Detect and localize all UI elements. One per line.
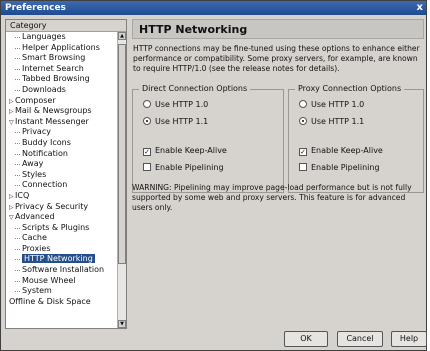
connection-options: Direct Connection Options Use HTTP 1.0 U…: [132, 83, 424, 193]
sidebar-item-label: ICQ: [15, 190, 30, 200]
sidebar-item[interactable]: ▷Composer: [6, 96, 118, 107]
proxy-http10-option[interactable]: Use HTTP 1.0: [299, 100, 364, 109]
ok-button[interactable]: OK: [284, 331, 328, 347]
direct-http10-label: Use HTTP 1.0: [155, 100, 209, 109]
sidebar-item-label: Helper Applications: [22, 42, 100, 52]
sidebar-item-label: Composer: [15, 95, 56, 105]
sidebar-item[interactable]: Offline & Disk Space: [6, 297, 118, 308]
proxy-connection-legend: Proxy Connection Options: [295, 84, 405, 93]
page-title: HTTP Networking: [132, 19, 424, 39]
sidebar-item[interactable]: Privacy: [6, 127, 118, 138]
sidebar-item[interactable]: Mouse Wheel: [6, 276, 118, 287]
sidebar-item[interactable]: ▷Mail & Newsgroups: [6, 106, 118, 117]
direct-http11-label: Use HTTP 1.1: [155, 117, 209, 126]
proxy-connection-group: Proxy Connection Options Use HTTP 1.0 Us…: [288, 84, 424, 193]
proxy-pipelining-option[interactable]: Enable Pipelining: [299, 163, 380, 172]
sidebar-item[interactable]: Cache: [6, 233, 118, 244]
sidebar-item-label: Away: [22, 159, 44, 169]
sidebar-item-label: Buddy Icons: [22, 137, 71, 147]
sidebar-item-label: Mouse Wheel: [22, 275, 76, 285]
direct-keepalive-option[interactable]: ✓ Enable Keep-Alive: [143, 146, 227, 156]
sidebar-item-label: Smart Browsing: [22, 53, 86, 63]
direct-keepalive-label: Enable Keep-Alive: [155, 146, 227, 155]
sidebar-item-label: Mail & Newsgroups: [15, 106, 92, 116]
cancel-button[interactable]: Cancel: [337, 331, 383, 347]
sidebar-item[interactable]: Notification: [6, 149, 118, 160]
proxy-http10-radio[interactable]: [299, 100, 307, 108]
pipelining-warning: WARNING: Pipelining may improve page-loa…: [132, 183, 412, 212]
proxy-http11-label: Use HTTP 1.1: [311, 117, 365, 126]
category-tree: Languages Helper Applications Smart Browsi…: [6, 32, 118, 328]
sidebar-item[interactable]: HTTP Networking: [6, 254, 118, 265]
sidebar-item[interactable]: ▷ICQ: [6, 191, 118, 202]
preferences-window: Preferences x Category Languages Helper A…: [0, 0, 427, 351]
proxy-keepalive-checkbox[interactable]: ✓: [299, 148, 307, 156]
sidebar-item-label: Instant Messenger: [15, 116, 89, 126]
window-title: Preferences: [5, 3, 66, 13]
sidebar-item-label: Advanced: [15, 212, 55, 222]
sidebar-item-label: Proxies: [22, 243, 51, 253]
direct-http11-radio[interactable]: [143, 117, 151, 125]
sidebar-item-label: System: [22, 286, 52, 296]
scroll-up-icon[interactable]: ▲: [118, 32, 126, 40]
category-scrollbar[interactable]: ▲ ▼: [117, 32, 126, 328]
proxy-pipelining-label: Enable Pipelining: [311, 163, 380, 172]
sidebar-item[interactable]: Buddy Icons: [6, 138, 118, 149]
sidebar-item[interactable]: Languages: [6, 32, 118, 43]
sidebar-item[interactable]: Tabbed Browsing: [6, 74, 118, 85]
proxy-keepalive-label: Enable Keep-Alive: [311, 146, 383, 155]
sidebar-item-label: Privacy & Security: [15, 201, 89, 211]
http-networking-panel: HTTP Networking HTTP connections may be …: [132, 19, 424, 319]
sidebar-item[interactable]: Helper Applications: [6, 43, 118, 54]
sidebar-item-label: Styles: [22, 169, 47, 179]
category-panel: Category Languages Helper Applications Sma…: [5, 19, 127, 329]
direct-pipelining-option[interactable]: Enable Pipelining: [143, 163, 224, 172]
close-icon[interactable]: x: [417, 2, 423, 13]
proxy-keepalive-option[interactable]: ✓ Enable Keep-Alive: [299, 146, 383, 156]
sidebar-item-label: Tabbed Browsing: [22, 74, 90, 84]
sidebar-item[interactable]: Downloads: [6, 85, 118, 96]
sidebar-item[interactable]: System: [6, 286, 118, 297]
page-description: HTTP connections may be fine-tuned using…: [133, 44, 420, 73]
sidebar-item-label: Notification: [22, 148, 68, 158]
sidebar-item[interactable]: Styles: [6, 170, 118, 181]
sidebar-item-label: Connection: [22, 180, 68, 190]
proxy-pipelining-checkbox[interactable]: [299, 163, 307, 171]
sidebar-item-label: Internet Search: [22, 63, 84, 73]
sidebar-item[interactable]: Scripts & Plugins: [6, 223, 118, 234]
sidebar-item[interactable]: Connection: [6, 180, 118, 191]
sidebar-item[interactable]: Proxies: [6, 244, 118, 255]
sidebar-item-label: HTTP Networking: [22, 254, 95, 264]
sidebar-item[interactable]: Away: [6, 159, 118, 170]
help-button[interactable]: Help: [391, 331, 427, 347]
sidebar-item-label: Software Installation: [22, 265, 105, 275]
direct-http11-option[interactable]: Use HTTP 1.1: [143, 117, 208, 126]
sidebar-item-label: Languages: [22, 32, 66, 41]
direct-keepalive-checkbox[interactable]: ✓: [143, 148, 151, 156]
direct-http10-option[interactable]: Use HTTP 1.0: [143, 100, 208, 109]
sidebar-item[interactable]: Internet Search: [6, 64, 118, 75]
direct-connection-group: Direct Connection Options Use HTTP 1.0 U…: [132, 84, 284, 193]
direct-pipelining-label: Enable Pipelining: [155, 163, 224, 172]
scroll-thumb[interactable]: [118, 44, 126, 264]
window-titlebar[interactable]: Preferences x: [1, 1, 426, 15]
proxy-http10-label: Use HTTP 1.0: [311, 100, 365, 109]
category-header: Category: [6, 20, 126, 32]
proxy-http11-radio[interactable]: [299, 117, 307, 125]
sidebar-item[interactable]: Software Installation: [6, 265, 118, 276]
sidebar-item[interactable]: ▽Instant Messenger: [6, 117, 118, 128]
sidebar-item-label: Scripts & Plugins: [22, 222, 90, 232]
sidebar-item-label: Cache: [22, 233, 47, 243]
sidebar-item[interactable]: ▽Advanced: [6, 212, 118, 223]
scroll-down-icon[interactable]: ▼: [118, 320, 126, 328]
proxy-http11-option[interactable]: Use HTTP 1.1: [299, 117, 364, 126]
direct-pipelining-checkbox[interactable]: [143, 163, 151, 171]
sidebar-item-label: Offline & Disk Space: [9, 296, 91, 306]
sidebar-item[interactable]: ▷Privacy & Security: [6, 202, 118, 213]
sidebar-item-label: Privacy: [22, 127, 51, 137]
direct-connection-legend: Direct Connection Options: [139, 84, 251, 93]
sidebar-item[interactable]: Smart Browsing: [6, 53, 118, 64]
sidebar-item-label: Downloads: [22, 84, 66, 94]
direct-http10-radio[interactable]: [143, 100, 151, 108]
